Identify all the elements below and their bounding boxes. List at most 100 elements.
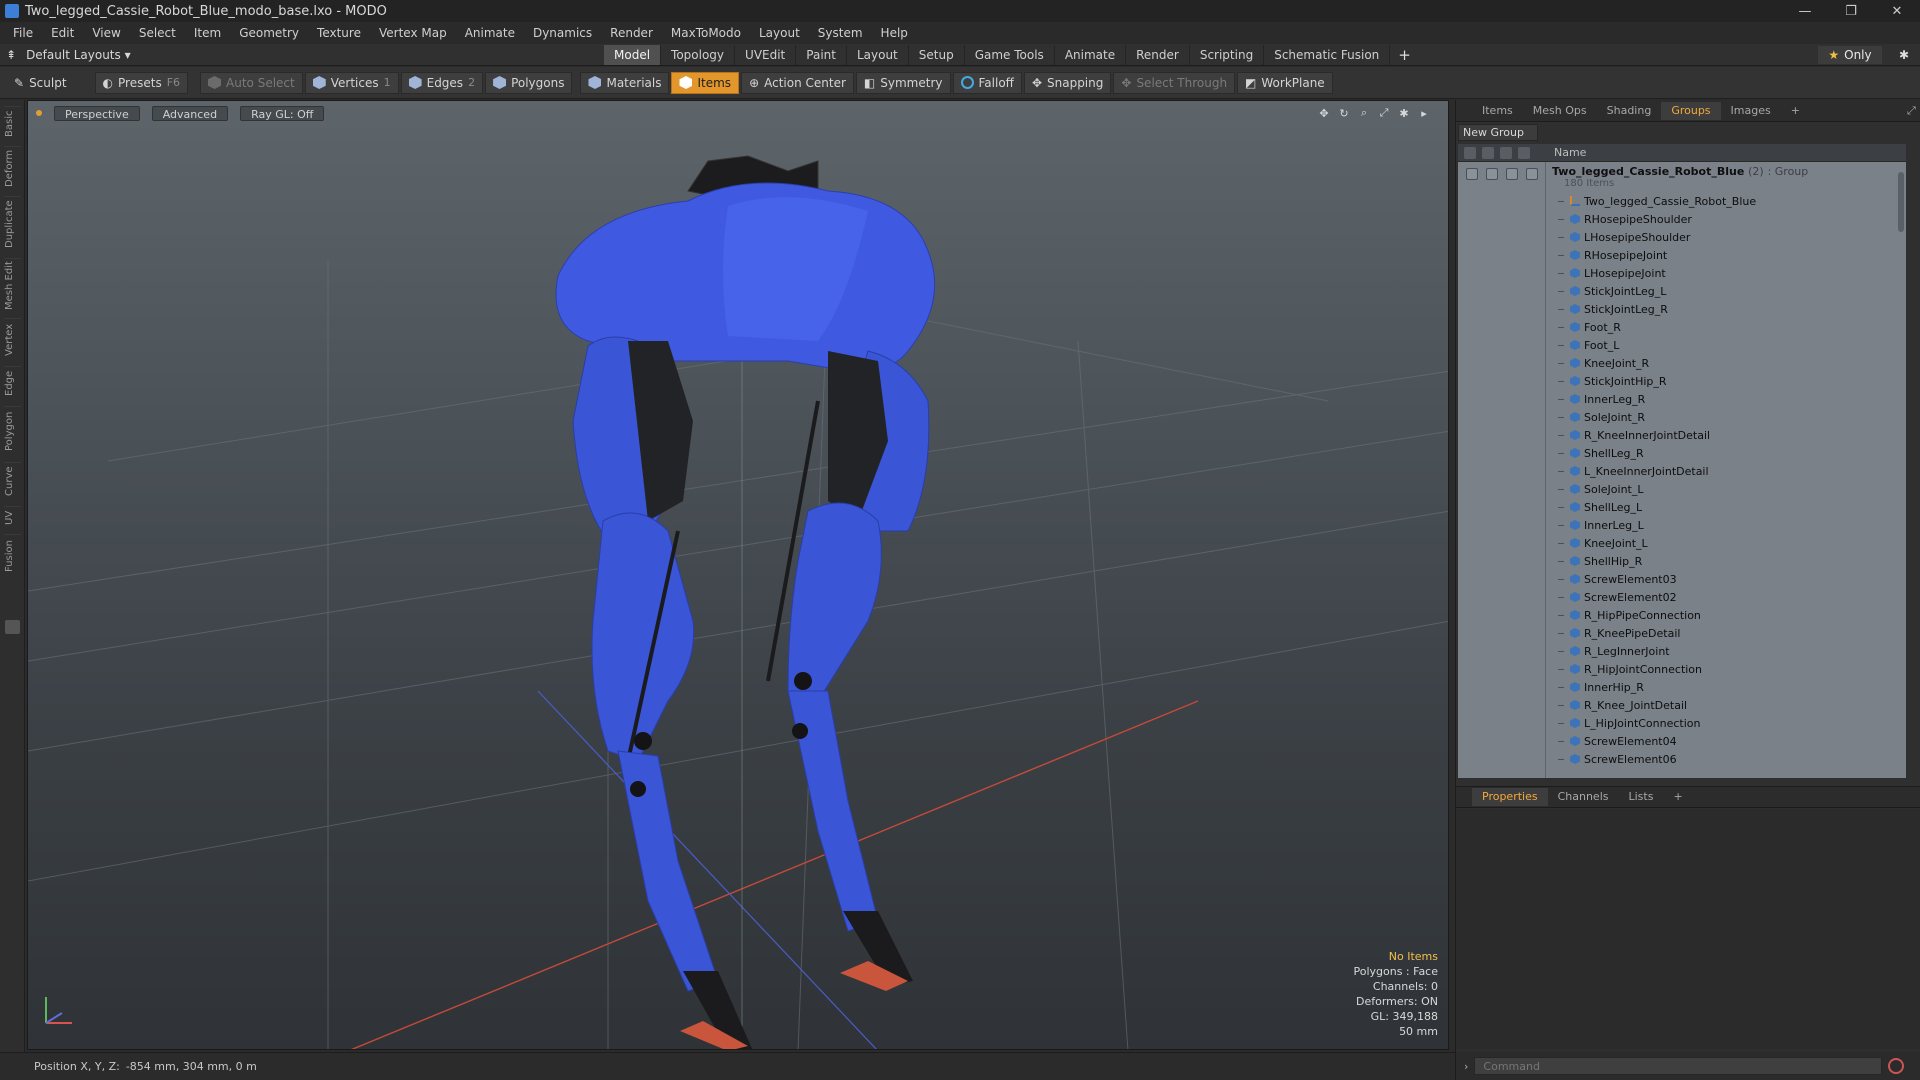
command-history-icon[interactable] [1888, 1058, 1905, 1074]
group-render-icon[interactable] [1486, 168, 1498, 180]
list-item[interactable]: StickJointLeg_L [1558, 282, 1898, 300]
tab-properties[interactable]: Properties [1472, 788, 1548, 806]
gear-icon[interactable]: ✱ [1895, 46, 1913, 64]
tab-mesh-ops[interactable]: Mesh Ops [1523, 102, 1597, 120]
minimize-button[interactable]: — [1782, 0, 1828, 22]
menu-render[interactable]: Render [601, 22, 662, 44]
list-item[interactable]: R_KneeInnerJointDetail [1558, 426, 1898, 444]
zoom-icon[interactable]: ⌕ [1358, 106, 1370, 119]
command-input[interactable] [1474, 1057, 1883, 1075]
menu-select[interactable]: Select [130, 22, 185, 44]
list-item[interactable]: StickJointLeg_R [1558, 300, 1898, 318]
perspective-dropdown[interactable]: Perspective [54, 105, 140, 121]
list-item[interactable]: L_HipJointConnection [1558, 714, 1898, 732]
list-item[interactable]: KneeJoint_L [1558, 534, 1898, 552]
list-item[interactable]: ShellLeg_R [1558, 444, 1898, 462]
menu-item[interactable]: Item [185, 22, 230, 44]
tab-setup[interactable]: Setup [909, 45, 965, 65]
list-item[interactable]: R_Knee_JointDetail [1558, 696, 1898, 714]
group-row[interactable]: Two_legged_Cassie_Robot_Blue (2) : Group… [1552, 164, 1808, 192]
tab-topology[interactable]: Topology [661, 45, 736, 65]
auto-select-button[interactable]: Auto Select [200, 71, 303, 94]
menu-edit[interactable]: Edit [42, 22, 83, 44]
list-item[interactable]: Two_legged_Cassie_Robot_Blue [1558, 192, 1898, 210]
list-item[interactable]: RHosepipeJoint [1558, 246, 1898, 264]
menu-dynamics[interactable]: Dynamics [524, 22, 601, 44]
tab-paint[interactable]: Paint [796, 45, 847, 65]
pan-icon[interactable]: ✥ [1318, 107, 1330, 120]
list-item[interactable]: L_KneeInnerJointDetail [1558, 462, 1898, 480]
items-button[interactable]: Items [671, 71, 740, 94]
render-icon[interactable] [1482, 146, 1494, 159]
menu-vertex-map[interactable]: Vertex Map [370, 22, 456, 44]
menu-texture[interactable]: Texture [308, 22, 370, 44]
left-tab-mesh-edit[interactable]: Mesh Edit [4, 258, 21, 312]
list-item[interactable]: R_KneePipeDetail [1558, 624, 1898, 642]
tab-layout[interactable]: Layout [847, 45, 909, 65]
list-item[interactable]: RHosepipeShoulder [1558, 210, 1898, 228]
list-item[interactable]: R_HipPipeConnection [1558, 606, 1898, 624]
menu-layout[interactable]: Layout [750, 22, 809, 44]
tab-channels[interactable]: Channels [1548, 788, 1619, 806]
menu-help[interactable]: Help [872, 22, 917, 44]
list-item[interactable]: ShellLeg_L [1558, 498, 1898, 516]
list-item[interactable]: ScrewElement03 [1558, 570, 1898, 588]
add-tab-icon[interactable]: + [1390, 46, 1419, 64]
close-button[interactable]: ✕ [1874, 0, 1920, 22]
tab-model[interactable]: Model [604, 45, 662, 65]
viewport-menu-icon[interactable]: ▸ [1418, 107, 1430, 120]
tab-groups[interactable]: Groups [1661, 101, 1721, 120]
tab-schematic-fusion[interactable]: Schematic Fusion [1264, 45, 1391, 65]
raygl-dropdown[interactable]: Ray GL: Off [240, 105, 325, 121]
list-item[interactable]: R_LegInnerJoint [1558, 642, 1898, 660]
name-column-header[interactable]: Name [1548, 146, 1586, 159]
list-item[interactable]: SoleJoint_L [1558, 480, 1898, 498]
edges-button[interactable]: Edges 2 [400, 71, 484, 94]
list-item[interactable]: ScrewElement02 [1558, 588, 1898, 606]
group-select-icon[interactable] [1526, 168, 1538, 180]
left-tab-polygon[interactable]: Polygon [4, 406, 21, 456]
layouts-selector[interactable]: ⇞ Default Layouts ▾ [6, 44, 131, 66]
list-item[interactable]: InnerLeg_R [1558, 390, 1898, 408]
tab-uvedit[interactable]: UVEdit [735, 45, 797, 65]
menu-geometry[interactable]: Geometry [230, 22, 308, 44]
tab-images[interactable]: Images [1721, 102, 1781, 120]
list-item[interactable]: ShellHip_R [1558, 552, 1898, 570]
add-props-tab-icon[interactable]: + [1663, 788, 1692, 806]
select-icon[interactable] [1518, 146, 1530, 159]
symmetry-button[interactable]: ◧ Symmetry [855, 71, 951, 94]
menu-animate[interactable]: Animate [456, 22, 524, 44]
only-button[interactable]: ★ Only [1818, 46, 1882, 64]
expand-panel-icon[interactable]: ⤢ [1897, 102, 1917, 117]
lock-icon[interactable] [1500, 146, 1512, 159]
sculpt-button[interactable]: ✎ Sculpt [6, 72, 75, 94]
restore-button[interactable]: ❐ [1828, 0, 1874, 22]
left-tab-curve[interactable]: Curve [4, 462, 21, 500]
tab-scripting[interactable]: Scripting [1190, 45, 1265, 65]
menu-maxtomodo[interactable]: MaxToModo [662, 22, 750, 44]
left-tab-duplicate[interactable]: Duplicate [4, 196, 21, 252]
list-item[interactable]: ScrewElement06 [1558, 750, 1898, 768]
polygons-button[interactable]: Polygons [485, 71, 573, 94]
list-item[interactable]: LHosepipeJoint [1558, 264, 1898, 282]
tab-lists[interactable]: Lists [1619, 788, 1664, 806]
visibility-eye-icon[interactable] [1464, 146, 1476, 159]
tab-items[interactable]: Items [1472, 102, 1523, 120]
left-tab-vertex[interactable]: Vertex [4, 318, 21, 360]
select-through-button[interactable]: ✥ Select Through [1113, 71, 1236, 94]
tree-scrollbar[interactable] [1898, 172, 1904, 232]
left-tab-uv[interactable]: UV [4, 506, 21, 528]
left-tab-edge[interactable]: Edge [4, 366, 21, 400]
list-item[interactable]: Foot_L [1558, 336, 1898, 354]
presets-button[interactable]: ◐ Presets F6 [94, 71, 189, 94]
fit-icon[interactable]: ⤢ [1378, 106, 1390, 119]
add-panel-tab-icon[interactable]: + [1781, 102, 1810, 120]
list-item[interactable]: StickJointHip_R [1558, 372, 1898, 390]
materials-button[interactable]: Materials [580, 71, 670, 94]
tab-animate[interactable]: Animate [1055, 45, 1127, 65]
advanced-dropdown[interactable]: Advanced [151, 105, 229, 121]
tab-game-tools[interactable]: Game Tools [965, 45, 1055, 65]
menu-view[interactable]: View [83, 22, 129, 44]
left-tab-basic[interactable]: Basic [4, 106, 21, 140]
3d-viewport[interactable]: Perspective Advanced Ray GL: Off ✥ ↻ ⌕ ⤢… [27, 100, 1449, 1050]
